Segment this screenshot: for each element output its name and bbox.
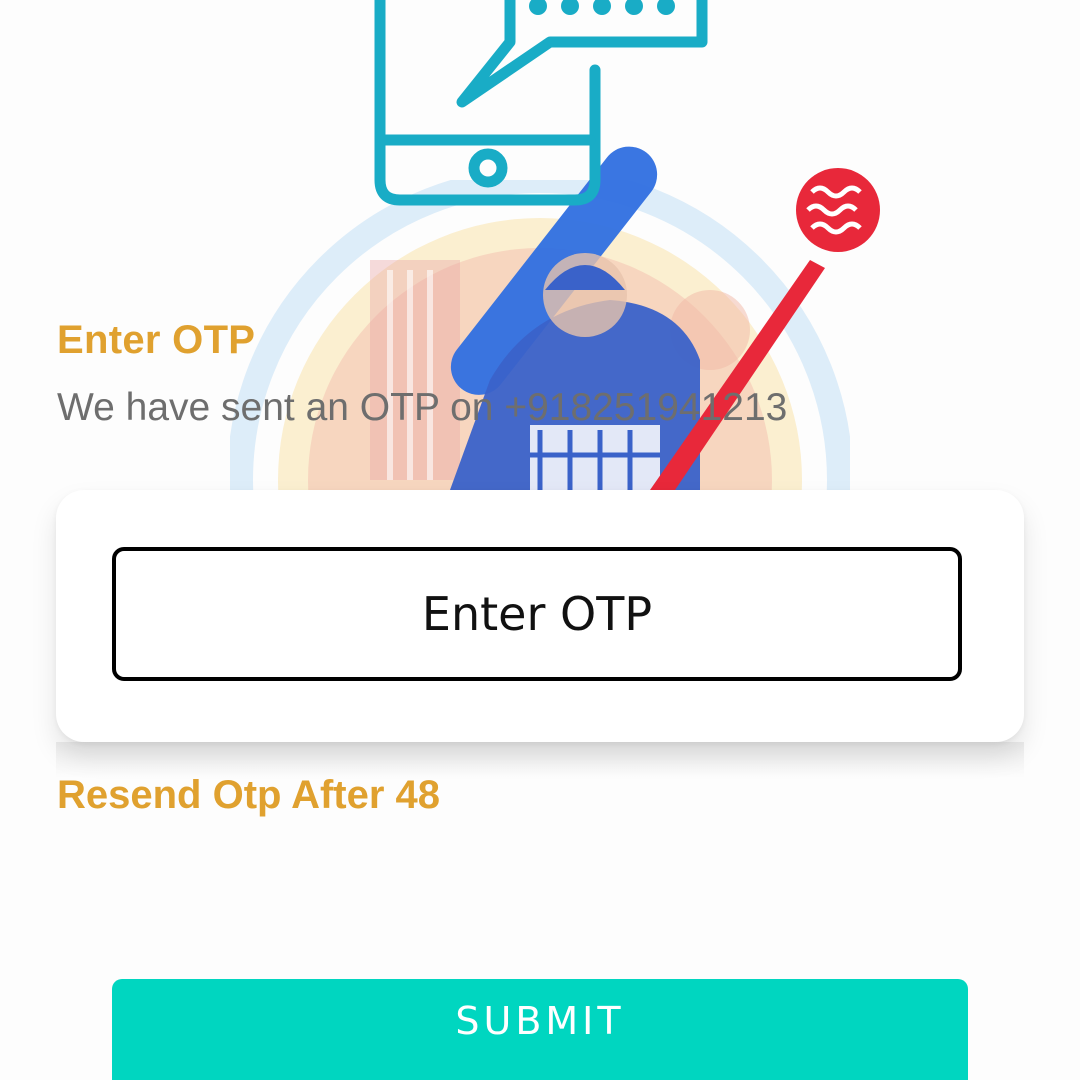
resend-otp-timer: Resend Otp After 48 <box>57 773 441 817</box>
submit-button[interactable]: SUBMIT <box>112 979 968 1080</box>
otp-input[interactable] <box>112 547 962 681</box>
otp-screen: Enter OTP We have sent an OTP on +918251… <box>0 0 1080 1080</box>
otp-title: Enter OTP <box>57 318 256 362</box>
otp-input-card <box>56 490 1024 742</box>
otp-sent-message: We have sent an OTP on +918251941213 <box>57 386 788 429</box>
phone-otp-icon <box>374 0 708 206</box>
